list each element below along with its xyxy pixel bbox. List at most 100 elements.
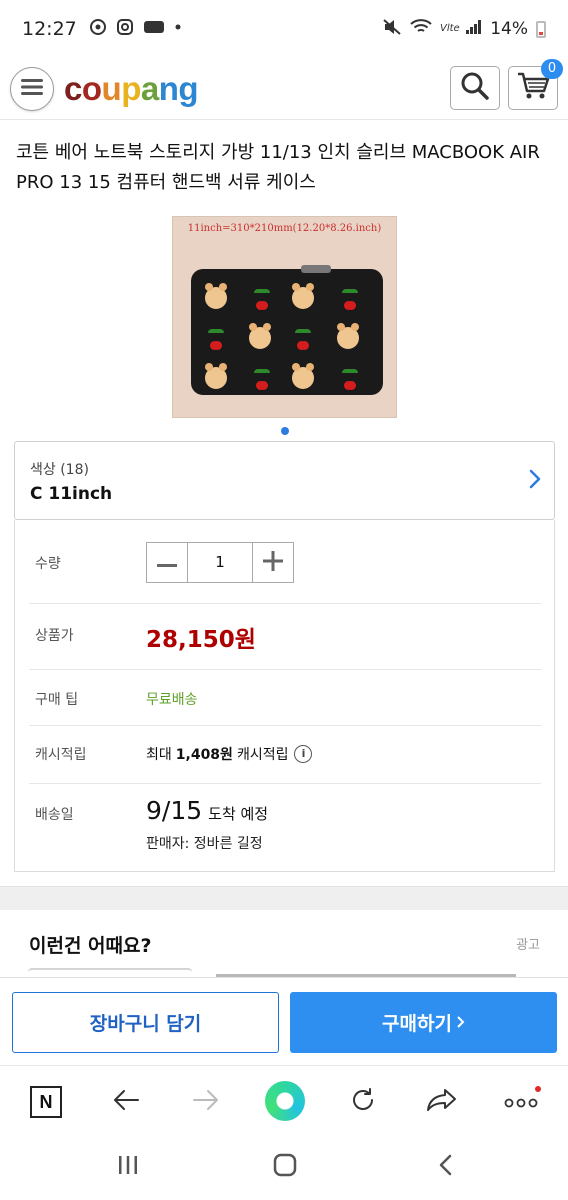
seller-name[interactable]: 판매자: 정바른 길정	[146, 833, 263, 853]
logo-letter: p	[121, 69, 141, 107]
bear-pattern	[292, 363, 314, 389]
price-label: 상품가	[35, 628, 74, 644]
bear-pattern	[205, 363, 227, 389]
color-option-selector[interactable]: 색상 (18) C 11inch	[14, 441, 555, 520]
more-menu-button[interactable]	[503, 1084, 541, 1120]
carousel-indicator-dot[interactable]	[281, 427, 289, 435]
green-dot-icon	[265, 1081, 305, 1121]
minus-icon	[157, 553, 177, 572]
decrease-quantity-button[interactable]	[147, 543, 187, 582]
logo-letter: c	[64, 69, 82, 107]
browser-home-button[interactable]	[264, 1080, 306, 1122]
product-image[interactable]: 11inch=310*210mm(12.20*8.26.inch)	[172, 216, 397, 418]
cart-button[interactable]: 0	[508, 59, 563, 110]
menu-button[interactable]	[10, 66, 54, 111]
chevron-right-icon	[528, 468, 542, 494]
status-time: 12:27	[22, 18, 77, 40]
cherry-pattern	[254, 369, 270, 391]
share-arrow-icon	[426, 1087, 458, 1117]
product-image-caption: 11inch=310*210mm(12.20*8.26.inch)	[187, 223, 382, 234]
delivery-date-value: 9/15	[146, 796, 203, 825]
bear-pattern	[249, 323, 271, 349]
product-info-card: 수량 1 상품가 28,150원 구매 팁 무료배송 캐시적립 최대 1,408…	[14, 520, 555, 872]
cherry-pattern	[342, 289, 358, 311]
system-back-button[interactable]	[432, 1153, 460, 1181]
section-divider	[0, 886, 568, 910]
sync-icon	[89, 18, 107, 40]
plus-icon	[263, 550, 283, 575]
buy-chevron-icon	[456, 1012, 465, 1034]
buy-now-label: 구매하기	[382, 1013, 452, 1035]
status-bar: 12:27 Vlte 14%	[0, 0, 568, 58]
app-notification-icon	[143, 18, 165, 40]
back-button[interactable]	[108, 1084, 144, 1120]
reload-button[interactable]	[345, 1084, 381, 1120]
delivery-suffix: 도착 예정	[208, 805, 269, 823]
cherry-pattern	[254, 289, 270, 311]
naver-button[interactable]: N	[28, 1084, 64, 1120]
cash-reward-label: 캐시적립	[35, 747, 87, 763]
delivery-row: 배송일 9/15 도착 예정 판매자: 정바른 길정	[29, 784, 541, 872]
logo-letter: a	[140, 69, 159, 107]
cherry-pattern	[208, 329, 224, 351]
cash-reward-value: 최대 1,408원 캐시적립 i	[146, 744, 313, 764]
info-icon[interactable]: i	[294, 745, 313, 763]
home-square-icon	[273, 1153, 297, 1181]
buy-now-button[interactable]: 구매하기	[290, 992, 557, 1053]
cash-amount: 1,408원	[175, 747, 233, 763]
ad-label: 광고	[516, 938, 540, 953]
cherry-pattern	[295, 329, 311, 351]
cherry-pattern	[342, 369, 358, 391]
logo-letter: n	[158, 69, 179, 107]
svg-text:Vlte: Vlte	[440, 23, 460, 34]
free-shipping-text: 무료배송	[146, 692, 198, 708]
add-to-cart-button[interactable]: 장바구니 담기	[12, 992, 279, 1053]
app-header: coupang 0	[0, 58, 568, 120]
home-button[interactable]	[271, 1153, 299, 1181]
logo-letter: g	[178, 69, 199, 107]
quantity-label: 수량	[35, 556, 61, 572]
quantity-stepper: 1	[146, 542, 294, 583]
cash-suffix: 캐시적립	[236, 747, 289, 763]
browser-toolbar: N	[0, 1065, 568, 1137]
battery-percent: 14%	[490, 19, 528, 39]
reload-icon	[349, 1086, 377, 1118]
logo-letter: o	[81, 69, 102, 107]
instagram-icon	[116, 18, 134, 40]
delivery-date: 9/15 도착 예정	[146, 796, 268, 825]
battery-icon	[536, 20, 546, 38]
cash-prefix: 최대	[146, 747, 172, 763]
purchase-tip-row: 구매 팁 무료배송	[29, 670, 541, 726]
share-button[interactable]	[424, 1084, 460, 1120]
zipper-pull	[301, 265, 331, 273]
recommendation-title: 이런건 어때요?	[29, 935, 152, 957]
forward-button[interactable]	[188, 1084, 224, 1120]
notification-dot	[535, 1086, 541, 1092]
volte-signal-icon: Vlte	[440, 18, 482, 41]
more-dots-icon	[504, 1093, 538, 1112]
bear-pattern	[292, 283, 314, 309]
mute-icon	[382, 18, 402, 41]
product-title: 코튼 베어 노트북 스토리지 가방 11/13 인치 슬리브 MACBOOK A…	[16, 142, 540, 193]
hamburger-icon	[20, 77, 44, 101]
wifi-icon	[410, 18, 432, 41]
recent-apps-button[interactable]	[114, 1153, 142, 1181]
search-icon	[460, 71, 490, 105]
option-label: 색상 (18)	[30, 462, 89, 478]
arrow-right-icon	[192, 1088, 220, 1116]
product-price: 28,150원	[146, 627, 256, 653]
more-notifications-dot-icon	[174, 18, 182, 40]
bear-pattern	[337, 323, 359, 349]
option-value: C 11inch	[30, 484, 113, 504]
quantity-row: 수량 1	[29, 520, 541, 604]
purchase-action-bar: 장바구니 담기 구매하기	[0, 977, 568, 1065]
system-navigation-bar	[0, 1137, 568, 1200]
increase-quantity-button[interactable]	[253, 543, 293, 582]
cash-reward-row: 캐시적립 최대 1,408원 캐시적립 i	[29, 726, 541, 784]
naver-n-icon: N	[30, 1086, 62, 1118]
coupang-logo[interactable]: coupang	[64, 69, 199, 108]
search-button[interactable]	[450, 66, 500, 110]
quantity-input[interactable]: 1	[187, 543, 253, 582]
bear-pattern	[205, 283, 227, 309]
laptop-sleeve-illustration	[191, 265, 383, 395]
